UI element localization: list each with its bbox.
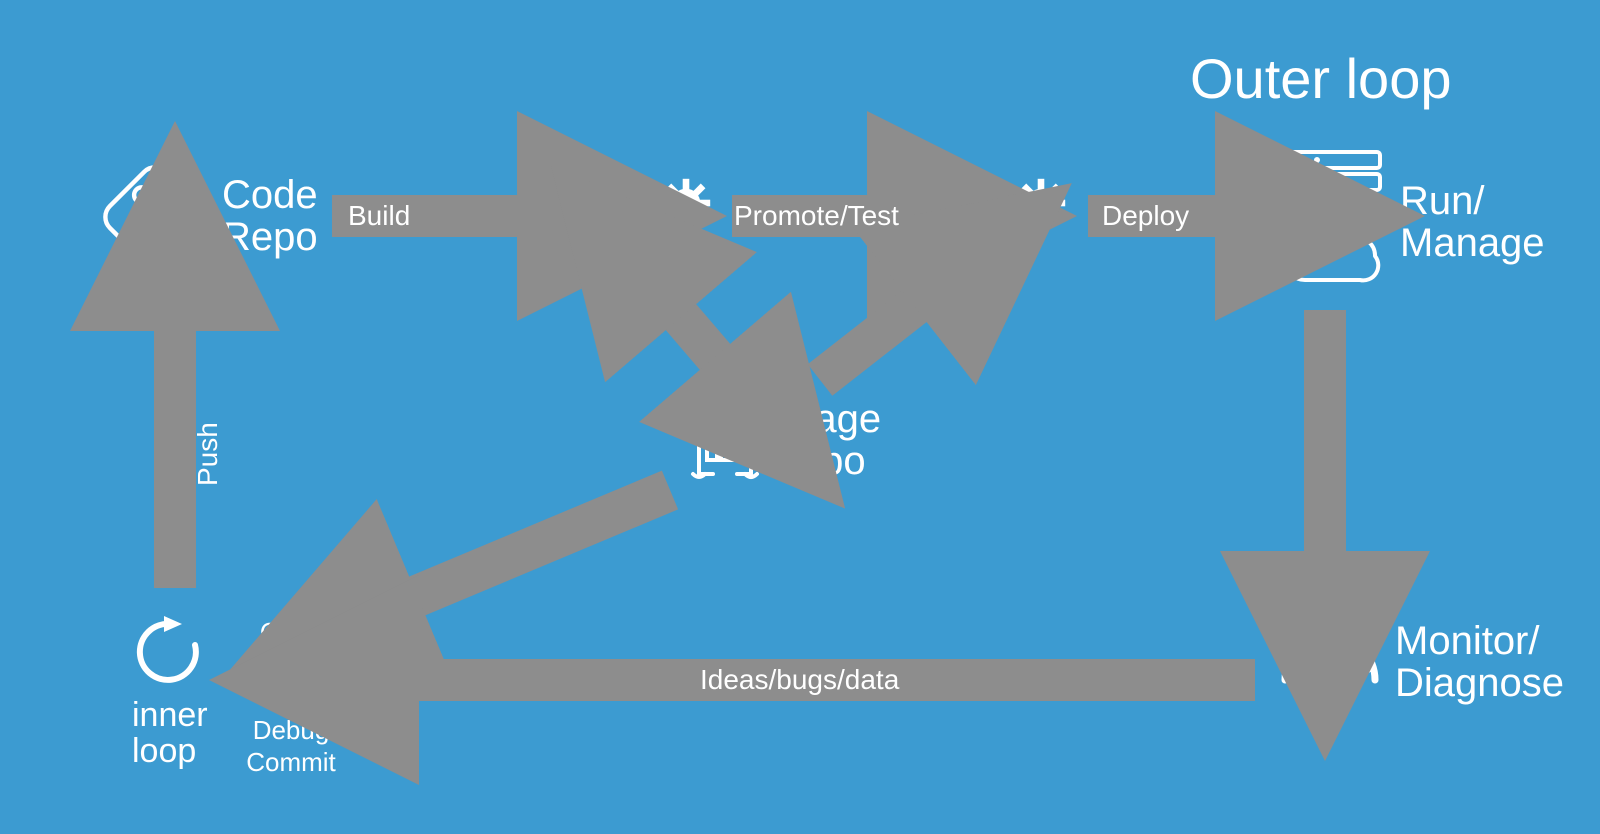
code-repo-line2: Repo [222, 215, 318, 259]
git-icon [100, 162, 210, 272]
diagram-stage: Outer loop Code Repo CI [0, 0, 1600, 834]
gauge-icon [1275, 615, 1385, 695]
step-test: Test [236, 649, 346, 682]
step-code: Code [236, 616, 346, 649]
cloud-icon [1270, 225, 1390, 295]
monitor-line2: Diagnose [1395, 661, 1564, 705]
cd-label: CD [920, 170, 978, 212]
gears-icon [620, 170, 730, 280]
ideas-arrow-label: Ideas/bugs/data [700, 664, 899, 696]
code-repo-label: Code Repo [222, 174, 318, 258]
build-arrow-label: Build [348, 200, 410, 232]
servers-icon [1275, 148, 1385, 218]
outer-loop-title: Outer loop [1190, 50, 1452, 109]
image-repo-line2: Repo [770, 439, 866, 483]
code-repo-line1: Code [222, 173, 318, 217]
inner-loop-icon [130, 610, 210, 690]
image-repo-label: Image Repo [770, 398, 881, 482]
monitor-label: Monitor/ Diagnose [1395, 620, 1564, 704]
image-repo-line1: Image [770, 397, 881, 441]
monitor-line1: Monitor/ [1395, 619, 1540, 663]
deploy-arrow-label: Deploy [1102, 200, 1189, 232]
inner-loop-line2: loop [132, 732, 196, 770]
run-line2: Manage [1400, 221, 1545, 265]
step-debug: Debug [236, 714, 346, 747]
image-repo-icon [685, 392, 765, 482]
gears-icon-2 [975, 170, 1085, 280]
ci-label: CI [580, 170, 620, 212]
inner-loop-steps: Code Test Run Debug Commit [236, 616, 346, 779]
run-line1: Run/ [1400, 179, 1485, 223]
run-manage-label: Run/ Manage [1400, 180, 1545, 264]
promote-arrow-label: Promote/Test [734, 200, 899, 232]
step-run: Run [236, 681, 346, 714]
push-arrow-label: Push [192, 422, 224, 486]
step-commit: Commit [236, 746, 346, 779]
inner-loop-line1: inner [132, 696, 208, 734]
inner-loop-label: inner loop [132, 698, 208, 769]
